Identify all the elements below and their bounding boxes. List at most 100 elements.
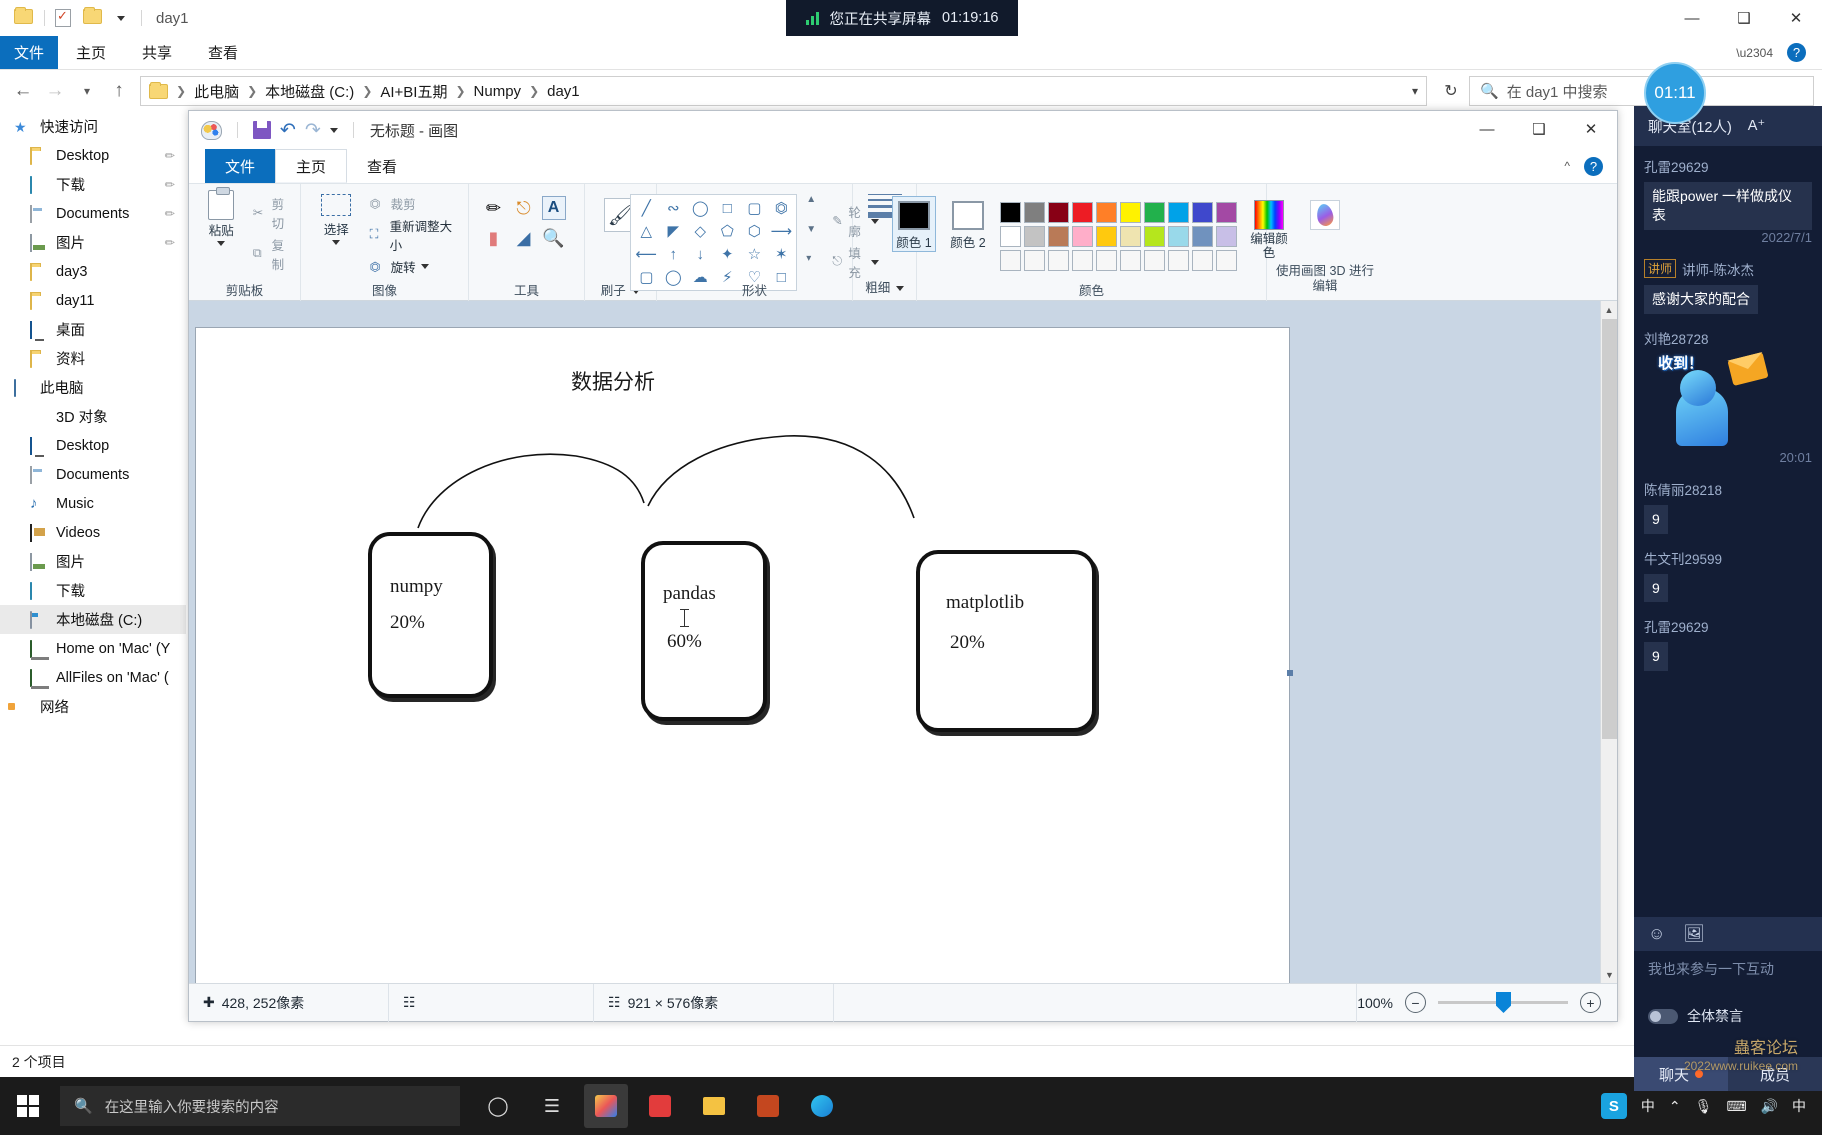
sidebar-item-desktop[interactable]: Desktop: [0, 431, 186, 460]
menu-share[interactable]: 共享: [124, 36, 190, 69]
copy-button[interactable]: ⧉ 复制: [253, 235, 293, 273]
shapes-gallery[interactable]: ╱ ∾ ◯ □ ▢ ⏣ △ ◤ ◇ ⬠ ⬡ ⟶ ⟵ ↑ ↓ ✦ ☆ ✶ ▢ ◯ …: [630, 194, 798, 291]
up-button[interactable]: ↑: [104, 76, 134, 106]
color2-button[interactable]: 颜色 2: [946, 196, 990, 252]
refresh-button[interactable]: ↻: [1435, 76, 1467, 106]
explorer-navigation-pane[interactable]: ★ 快速访问 Desktop ✐ 下载 ✐ Documents ✐ 图片 ✐ day3 day11 桌面…: [0, 112, 186, 1077]
maximize-button[interactable]: ❑: [1718, 0, 1770, 36]
volume-icon[interactable]: 🔊: [1761, 1098, 1778, 1115]
paint-maximize-button[interactable]: ❑: [1513, 111, 1565, 147]
shape-five-point-star-icon[interactable]: ☆: [741, 243, 767, 265]
shape-up-arrow-icon[interactable]: ↑: [660, 243, 686, 265]
chevron-up-icon[interactable]: ⌃: [1669, 1098, 1681, 1115]
properties-icon[interactable]: [55, 8, 75, 27]
forward-button[interactable]: →: [40, 76, 70, 106]
shape-down-arrow-icon[interactable]: ↓: [687, 243, 713, 265]
sogou-ime-icon[interactable]: S: [1600, 1093, 1627, 1119]
paint-minimize-button[interactable]: —: [1461, 111, 1513, 147]
sidebar-item-图片[interactable]: 图片 ✐: [0, 228, 186, 257]
file-explorer-icon[interactable]: [692, 1084, 736, 1128]
palette-swatch-row1-0[interactable]: [1000, 202, 1021, 223]
magnifier-icon[interactable]: 🔍: [542, 226, 566, 250]
sidebar-item-videos[interactable]: Videos: [0, 518, 186, 547]
breadcrumb-item-2[interactable]: AI+BI五期: [376, 79, 451, 104]
breadcrumb-dropdown-icon[interactable]: ▾: [1412, 84, 1418, 98]
palette-swatch-row1-9[interactable]: [1216, 202, 1237, 223]
new-folder-icon[interactable]: [83, 7, 103, 27]
folder-icon[interactable]: [14, 7, 34, 27]
pin-icon[interactable]: ✐: [160, 147, 177, 164]
ime-mode-indicator[interactable]: 中: [1792, 1096, 1806, 1116]
shape-oval-icon[interactable]: ◯: [687, 197, 713, 219]
sidebar-item-allfiles-on-'mac'-([interactable]: AllFiles on 'Mac' (: [0, 663, 186, 692]
sidebar-item-网络[interactable]: 网络: [0, 692, 186, 721]
search-input[interactable]: 🔍 在 day1 中搜索: [1469, 76, 1814, 106]
shape-polygon-icon[interactable]: ⏣: [768, 197, 794, 219]
palette-swatch-row2-0[interactable]: [1000, 226, 1021, 247]
sidebar-item-快速访问[interactable]: ★ 快速访问: [0, 112, 186, 141]
mute-all-row[interactable]: 全体禁言: [1634, 1001, 1822, 1031]
paint-canvas[interactable]: 数据分析 numpy 20% pandas 60% matplotlib 20%: [195, 327, 1293, 983]
paste-button[interactable]: 粘贴: [196, 187, 247, 246]
chevron-down-icon[interactable]: [420, 264, 429, 269]
breadcrumb-item-4[interactable]: day1: [543, 81, 584, 102]
keyboard-icon[interactable]: ⌨: [1726, 1098, 1746, 1115]
customize-caret-icon[interactable]: [111, 9, 131, 27]
zoom-slider-thumb[interactable]: [1496, 992, 1511, 1013]
sidebar-item-music[interactable]: ♪ Music: [0, 489, 186, 518]
cortana-icon[interactable]: ◯: [476, 1084, 520, 1128]
palette-swatch-row3-1[interactable]: [1024, 250, 1045, 271]
menu-file[interactable]: 文件: [0, 36, 58, 69]
paint-help-icon[interactable]: ?: [1584, 156, 1603, 176]
palette-swatch-row1-3[interactable]: [1072, 202, 1093, 223]
palette-swatch-row1-6[interactable]: [1144, 202, 1165, 223]
task-view-icon[interactable]: ☰: [530, 1084, 574, 1128]
shape-four-point-star-icon[interactable]: ✦: [714, 243, 740, 265]
canvas-resize-handle[interactable]: [1287, 670, 1293, 676]
palette-swatch-row1-8[interactable]: [1192, 202, 1213, 223]
shape-diamond-icon[interactable]: ◇: [687, 220, 713, 242]
sidebar-item-下载[interactable]: 下载: [0, 576, 186, 605]
shape-triangle-icon[interactable]: △: [633, 220, 659, 242]
rotate-button[interactable]: ⏣ 旋转: [370, 257, 460, 276]
help-icon[interactable]: ?: [1787, 43, 1806, 62]
floating-clock-badge[interactable]: 01:11: [1644, 62, 1706, 124]
palette-swatch-row1-7[interactable]: [1168, 202, 1189, 223]
sidebar-item-home-on-'mac'-(y[interactable]: Home on 'Mac' (Y: [0, 634, 186, 663]
customize-caret-icon[interactable]: [329, 127, 338, 133]
sidebar-item-下载[interactable]: 下载 ✐: [0, 170, 186, 199]
breadcrumb-item-0[interactable]: 此电脑: [190, 79, 243, 104]
paint-close-button[interactable]: ✕: [1565, 111, 1617, 147]
palette-swatch-row1-5[interactable]: [1120, 202, 1141, 223]
palette-swatch-row2-8[interactable]: [1192, 226, 1213, 247]
scroll-up-icon[interactable]: ▲: [1601, 301, 1617, 318]
back-button[interactable]: ←: [8, 76, 38, 106]
text-icon[interactable]: A: [541, 196, 566, 220]
select-button[interactable]: 选择: [309, 190, 364, 245]
paint-icon[interactable]: [584, 1084, 628, 1128]
shape-rectangle-icon[interactable]: □: [714, 197, 740, 219]
shape-pentagon-icon[interactable]: ⬠: [714, 220, 740, 242]
shape-rounded-callout-icon[interactable]: ▢: [633, 266, 659, 288]
shape-six-point-star-icon[interactable]: ✶: [768, 243, 794, 265]
recent-locations-icon[interactable]: ▾: [72, 76, 102, 106]
shape-curve-icon[interactable]: ∾: [660, 197, 686, 219]
pin-icon[interactable]: ✐: [160, 176, 177, 193]
palette-swatch-row3-2[interactable]: [1048, 250, 1069, 271]
collapse-ribbon-icon[interactable]: ^: [1564, 159, 1570, 173]
sidebar-item-图片[interactable]: 图片: [0, 547, 186, 576]
taskbar-search-input[interactable]: 🔍 在这里输入你要搜索的内容: [60, 1086, 460, 1126]
minimize-button[interactable]: —: [1666, 0, 1718, 36]
breadcrumb[interactable]: ❯ 此电脑 ❯ 本地磁盘 (C:) ❯ AI+BI五期 ❯ Numpy ❯ da…: [140, 76, 1427, 106]
color-picker-icon[interactable]: ◢: [512, 226, 536, 250]
chevron-down-icon[interactable]: [332, 240, 341, 245]
palette-swatch-row2-9[interactable]: [1216, 226, 1237, 247]
save-icon[interactable]: [253, 121, 271, 139]
sidebar-item-本地磁盘-(c:)[interactable]: 本地磁盘 (C:): [0, 605, 186, 634]
palette-swatch-row3-4[interactable]: [1096, 250, 1117, 271]
shape-right-triangle-icon[interactable]: ◤: [660, 220, 686, 242]
breadcrumb-item-1[interactable]: 本地磁盘 (C:): [261, 79, 358, 104]
palette-swatch-row2-7[interactable]: [1168, 226, 1189, 247]
palette-swatch-row3-5[interactable]: [1120, 250, 1141, 271]
sidebar-item-documents[interactable]: Documents ✐: [0, 199, 186, 228]
